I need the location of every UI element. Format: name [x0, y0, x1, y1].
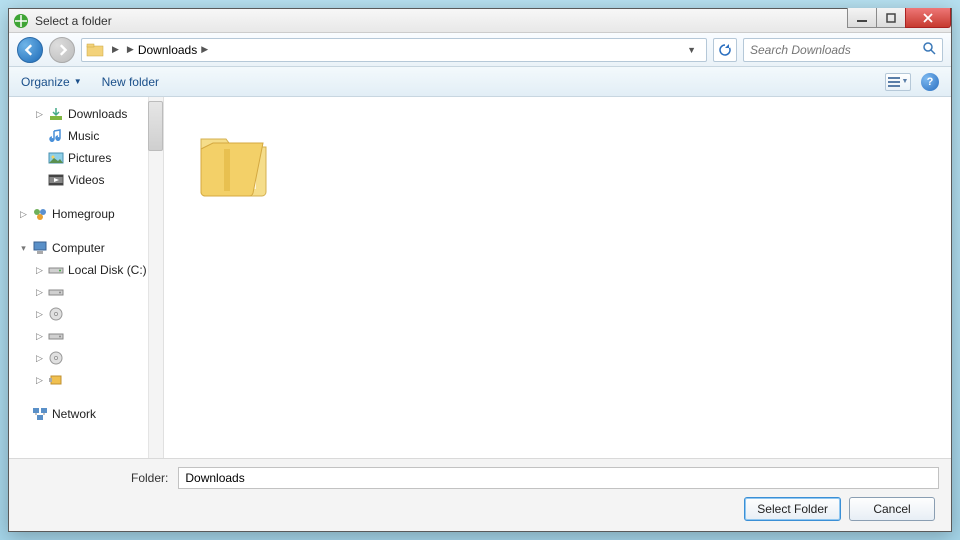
- computer-icon: [32, 240, 48, 256]
- tree-item-disc-drive[interactable]: ▷: [27, 303, 161, 325]
- help-button[interactable]: ?: [921, 73, 939, 91]
- drive-icon: [48, 262, 64, 278]
- view-options-button[interactable]: ▼: [885, 73, 911, 91]
- tree-item-downloads[interactable]: ▷Downloads: [27, 103, 161, 125]
- new-folder-button[interactable]: New folder: [102, 75, 159, 89]
- folder-name-input[interactable]: [178, 467, 939, 489]
- app-icon: [13, 13, 29, 29]
- tree-item-removable[interactable]: ▷: [27, 369, 161, 391]
- search-box[interactable]: [743, 38, 943, 62]
- window-buttons: [848, 8, 951, 28]
- folder-content-pane[interactable]: [164, 97, 951, 458]
- tree-item-music[interactable]: Music: [27, 125, 161, 147]
- tree-item-drive[interactable]: ▷: [27, 325, 161, 347]
- chevron-right-icon: ▶: [123, 44, 138, 55]
- folder-large-icon[interactable]: [186, 119, 276, 209]
- dialog-footer: Folder: Select Folder Cancel: [9, 458, 951, 531]
- cancel-button[interactable]: Cancel: [849, 497, 935, 521]
- dialog-body: ▷Downloads Music Pictures Videos ▷Homegr…: [9, 97, 951, 458]
- tree-item-pictures[interactable]: Pictures: [27, 147, 161, 169]
- toolbar: Organize▼ New folder ▼ ?: [9, 67, 951, 97]
- select-folder-button[interactable]: Select Folder: [744, 497, 841, 521]
- breadcrumb[interactable]: ▶ ▶ Downloads ▶ ▼: [81, 38, 707, 62]
- disc-icon: [48, 350, 64, 366]
- folder-label: Folder:: [131, 471, 168, 485]
- folder-name-row: Folder:: [21, 467, 939, 489]
- refresh-button[interactable]: [713, 38, 737, 62]
- window-title: Select a folder: [35, 14, 112, 28]
- breadcrumb-dropdown[interactable]: ▼: [681, 45, 702, 55]
- tree-item-disc-drive[interactable]: ▷: [27, 347, 161, 369]
- breadcrumb-segment[interactable]: Downloads: [138, 43, 197, 57]
- back-button[interactable]: [17, 37, 43, 63]
- search-icon: [922, 41, 936, 58]
- forward-button[interactable]: [49, 37, 75, 63]
- tree-item-homegroup[interactable]: ▷Homegroup: [11, 203, 161, 225]
- maximize-button[interactable]: [876, 8, 906, 28]
- tree-scrollbar-thumb[interactable]: [148, 101, 163, 151]
- drive-icon: [48, 284, 64, 300]
- tree-item-drive[interactable]: ▷: [27, 281, 161, 303]
- chevron-right-icon: ▶: [108, 44, 123, 55]
- folder-picker-dialog: Select a folder ▶ ▶ Downloads ▶ ▼ Organi…: [8, 8, 952, 532]
- chevron-down-icon: ▼: [74, 77, 82, 86]
- videos-icon: [48, 172, 64, 188]
- tree-item-computer[interactable]: ▾Computer: [11, 237, 161, 259]
- downloads-icon: [48, 106, 64, 122]
- tree-item-network[interactable]: Network: [11, 403, 161, 425]
- navigation-tree[interactable]: ▷Downloads Music Pictures Videos ▷Homegr…: [9, 97, 164, 458]
- organize-menu[interactable]: Organize▼: [21, 75, 82, 89]
- music-icon: [48, 128, 64, 144]
- disc-icon: [48, 306, 64, 322]
- titlebar[interactable]: Select a folder: [9, 9, 951, 33]
- usb-drive-icon: [48, 372, 64, 388]
- minimize-button[interactable]: [847, 8, 877, 28]
- search-input[interactable]: [750, 43, 936, 57]
- navigation-bar: ▶ ▶ Downloads ▶ ▼: [9, 33, 951, 67]
- tree-item-local-disk[interactable]: ▷Local Disk (C:): [27, 259, 161, 281]
- folder-icon: [86, 41, 104, 59]
- close-button[interactable]: [905, 8, 951, 28]
- network-icon: [32, 406, 48, 422]
- tree-item-videos[interactable]: Videos: [27, 169, 161, 191]
- drive-icon: [48, 328, 64, 344]
- button-row: Select Folder Cancel: [21, 497, 939, 521]
- tree-scrollbar-track[interactable]: [148, 97, 163, 458]
- homegroup-icon: [32, 206, 48, 222]
- chevron-right-icon: ▶: [197, 44, 212, 55]
- pictures-icon: [48, 150, 64, 166]
